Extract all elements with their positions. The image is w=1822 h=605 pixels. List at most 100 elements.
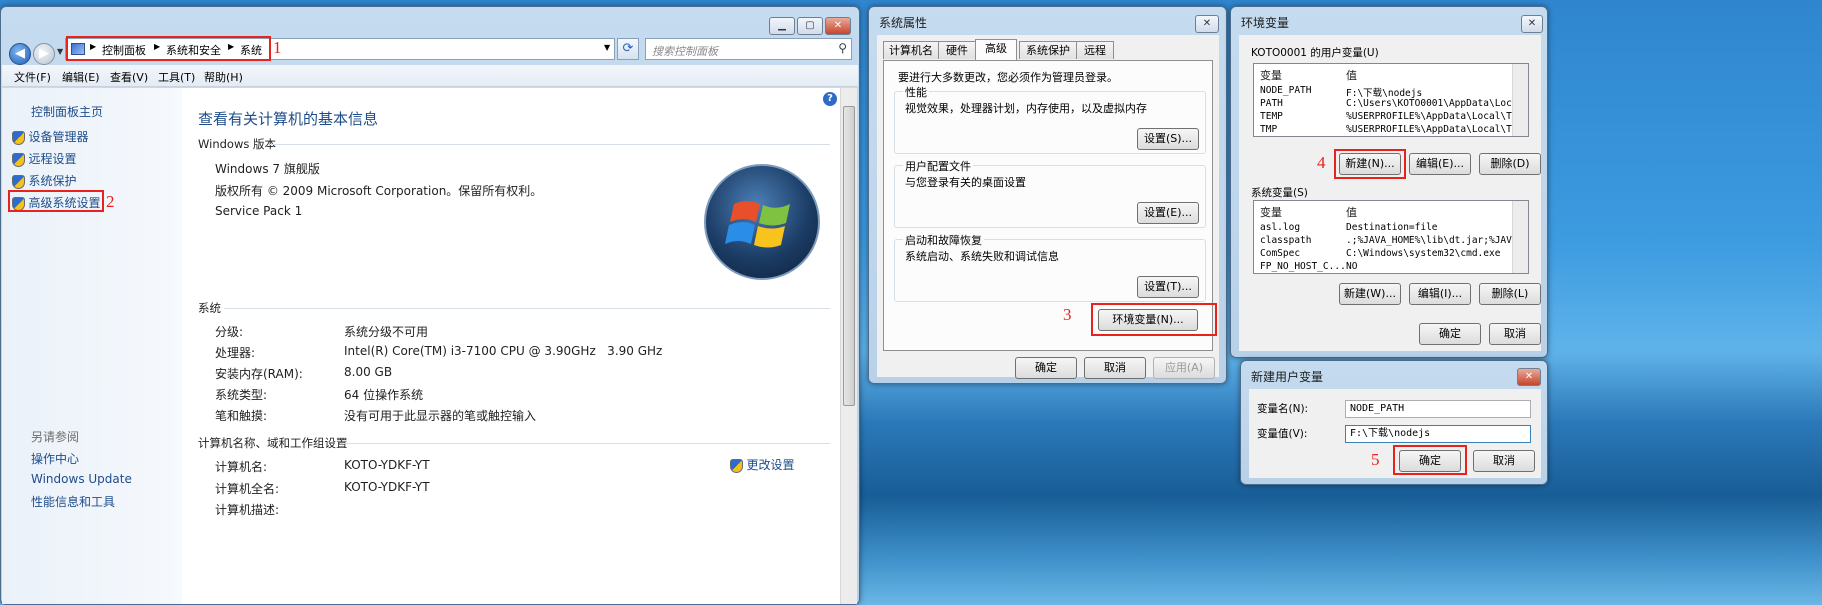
list-item[interactable]: ComSpec [1260, 248, 1300, 259]
menu-edit[interactable]: 编辑(E) [62, 69, 100, 85]
list-item-value[interactable]: F:\下载\nodejs [1346, 85, 1422, 99]
forward-button[interactable]: ▶ [33, 43, 55, 65]
vertical-scrollbar[interactable] [840, 88, 857, 604]
list-item[interactable]: TMP [1260, 124, 1277, 135]
sidebar-item-label: 设备管理器 [28, 130, 89, 144]
refresh-icon: ⟳ [622, 41, 634, 56]
variable-value-input[interactable]: F:\下载\nodejs [1345, 425, 1531, 443]
maximize-button[interactable]: ▢ [797, 17, 823, 35]
performance-tools-link[interactable]: 性能信息和工具 [31, 493, 115, 510]
column-header-variable[interactable]: 变量 [1260, 204, 1282, 220]
list-header: 变量 值 [1254, 64, 1514, 82]
menu-file[interactable]: 文件(F) [14, 69, 51, 85]
refresh-button[interactable]: ⟳ [617, 38, 639, 60]
sidebar-item-system-protection[interactable]: 系统保护 [12, 172, 77, 189]
variable-name-input[interactable]: NODE_PATH [1345, 400, 1531, 418]
ok-button[interactable]: 确定 [1419, 323, 1481, 345]
var-name: ComSpec [1260, 248, 1301, 259]
performance-settings-button[interactable]: 设置(S)... [1137, 128, 1199, 150]
control-panel-home-link[interactable]: 控制面板主页 [31, 103, 103, 120]
annotation-box-5 [1393, 445, 1467, 475]
startup-recovery-group: 启动和故障恢复 系统启动、系统失败和调试信息 设置(T)... [894, 232, 1206, 302]
search-placeholder: 搜索控制面板 [652, 45, 718, 58]
user-delete-button[interactable]: 删除(D) [1479, 153, 1541, 175]
menu-tools[interactable]: 工具(T) [158, 69, 195, 85]
tab-remote[interactable]: 远程 [1076, 41, 1114, 59]
apply-button[interactable]: 应用(A) [1153, 357, 1215, 379]
list-item-value[interactable]: C:\Windows\system32\cmd.exe [1346, 248, 1500, 259]
action-center-link[interactable]: 操作中心 [31, 450, 79, 467]
computer-section-title: 计算机名称、域和工作组设置 [198, 436, 348, 450]
menu-help[interactable]: 帮助(H) [204, 69, 243, 85]
close-button[interactable]: ✕ [825, 17, 851, 35]
list-item[interactable]: NODE_PATH [1260, 85, 1311, 96]
address-dropdown-icon[interactable]: ▼ [604, 43, 610, 52]
menu-view[interactable]: 查看(V) [110, 69, 148, 85]
vertical-scrollbar[interactable] [1512, 64, 1528, 136]
cancel-button[interactable]: 取消 [1489, 323, 1541, 345]
system-delete-button[interactable]: 删除(L) [1479, 283, 1541, 305]
list-item-value[interactable]: NO [1346, 261, 1357, 272]
pen-touch-label: 笔和触摸: [215, 409, 268, 423]
tab-computer-name[interactable]: 计算机名 [883, 41, 939, 59]
ram-label: 安装内存(RAM): [215, 367, 303, 381]
list-item-value[interactable]: %USERPROFILE%\AppData\Local\Temp [1346, 124, 1528, 135]
chevron-down-icon: ▼ [57, 47, 64, 56]
list-item[interactable]: classpath [1260, 235, 1311, 246]
help-icon[interactable]: ? [823, 92, 837, 106]
list-item[interactable]: FP_NO_HOST_C... [1260, 261, 1346, 272]
user-variables-heading: KOTO0001 的用户变量(U) [1251, 47, 1379, 59]
ok-button[interactable]: 确定 [1015, 357, 1077, 379]
close-button[interactable]: ✕ [1517, 368, 1541, 386]
tab-hardware[interactable]: 硬件 [938, 41, 976, 59]
variable-name-label: 变量名(N): [1257, 403, 1309, 415]
system-variables-heading: 系统变量(S) [1251, 187, 1308, 199]
change-settings-link[interactable]: 更改设置 [730, 456, 795, 473]
sidebar-item-device-manager[interactable]: 设备管理器 [12, 128, 89, 145]
tab-panel: 要进行大多数更改，您必须作为管理员登录。 性能 视觉效果，处理器计划，内存使用，… [883, 60, 1217, 351]
tab-label: 计算机名 [889, 44, 933, 57]
computer-name-label: 计算机名: [215, 460, 268, 474]
list-item-value[interactable]: C:\Users\KOTO0001\AppData\Local\... [1346, 98, 1528, 109]
column-header-value[interactable]: 值 [1346, 67, 1357, 83]
processor-label: 处理器: [215, 346, 256, 360]
var-name: PATH [1260, 98, 1283, 109]
divider [224, 308, 830, 309]
list-item-value[interactable]: Destination=file [1346, 222, 1438, 233]
back-button[interactable]: ◀ [9, 43, 31, 65]
close-button[interactable]: ✕ [1521, 15, 1543, 33]
new-user-variable-dialog: 新建用户变量 ✕ 变量名(N): NODE_PATH 变量值(V): F:\下载… [1240, 360, 1548, 485]
search-input[interactable]: 搜索控制面板 ⚲ [645, 38, 852, 60]
system-variables-list[interactable]: 变量 值 asl.log Destination=file classpath … [1253, 200, 1529, 274]
sidebar-item-remote-settings[interactable]: 远程设置 [12, 150, 77, 167]
cancel-button[interactable]: 取消 [1473, 450, 1535, 472]
list-item[interactable]: TEMP [1260, 111, 1283, 122]
profile-settings-button[interactable]: 设置(E)... [1137, 202, 1199, 224]
divider [340, 443, 830, 444]
tab-system-protection[interactable]: 系统保护 [1019, 41, 1077, 59]
system-new-button[interactable]: 新建(W)... [1339, 283, 1401, 305]
tab-label: 系统保护 [1026, 44, 1070, 57]
system-edit-button[interactable]: 编辑(I)... [1409, 283, 1471, 305]
tab-advanced[interactable]: 高级 [975, 39, 1017, 60]
minimize-button[interactable]: ▁ [769, 17, 795, 35]
list-item[interactable]: PATH [1260, 98, 1283, 109]
rating-link[interactable]: 系统分级不可用 [344, 323, 428, 340]
column-header-variable[interactable]: 变量 [1260, 67, 1282, 83]
list-item[interactable]: asl.log [1260, 222, 1300, 233]
group-description: 与您登录有关的桌面设置 [905, 176, 1026, 189]
vertical-scrollbar[interactable] [1512, 201, 1528, 273]
cancel-button[interactable]: 取消 [1084, 357, 1146, 379]
windows-update-link[interactable]: Windows Update [31, 472, 132, 486]
search-icon: ⚲ [838, 41, 847, 55]
column-header-value[interactable]: 值 [1346, 204, 1357, 220]
scrollbar-thumb[interactable] [843, 106, 855, 406]
user-variables-list[interactable]: 变量 值 NODE_PATH F:\下载\nodejs PATH C:\User… [1253, 63, 1529, 137]
left-nav: 控制面板主页 设备管理器 远程设置 系统保护 高级系统设置 2 另请参阅 操作中… [2, 88, 182, 604]
user-edit-button[interactable]: 编辑(E)... [1409, 153, 1471, 175]
close-button[interactable]: ✕ [1195, 15, 1219, 33]
list-item-value[interactable]: .;%JAVA_HOME%\lib\dt.jar;%JAVA_... [1346, 235, 1528, 246]
startup-settings-button[interactable]: 设置(T)... [1137, 276, 1199, 298]
history-dropdown[interactable]: ▼ [57, 47, 63, 56]
list-item-value[interactable]: %USERPROFILE%\AppData\Local\Temp [1346, 111, 1528, 122]
